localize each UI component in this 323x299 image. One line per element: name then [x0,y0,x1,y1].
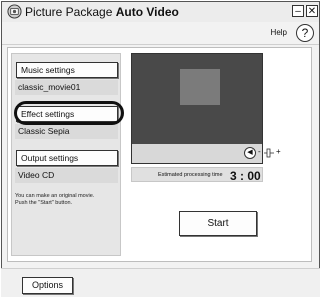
estimated-time-label: Estimated processing time [158,172,223,178]
volume-minus: - [258,147,261,156]
volume-plus: + [276,147,281,156]
app-icon [7,4,22,19]
description-line-2: Push the "Start" button. [15,200,73,206]
preview-controls: ◀ - + [131,144,281,164]
start-button[interactable]: Start [179,211,257,236]
title-prefix: Picture Package [25,5,116,19]
options-button[interactable]: Options [22,277,73,294]
description-line-1: You can make an original movie. [15,193,95,199]
help-bar: Help ? [2,22,319,45]
music-settings-value: classic_movie01 [15,80,118,95]
output-settings-value: Video CD [15,168,118,183]
estimated-time-value: 3 : 00 [230,169,261,183]
minimize-icon[interactable]: – [292,5,304,17]
output-settings-button[interactable]: Output settings [16,150,118,166]
close-icon[interactable]: ✕ [306,5,318,17]
volume-slider-icon[interactable] [264,148,274,158]
estimated-time-box: Estimated processing time 3 : 00 [131,167,263,183]
help-label[interactable]: Help [271,28,287,37]
title-bar: Picture Package Auto Video – ✕ [2,2,319,23]
music-settings-button[interactable]: Music settings [16,62,118,78]
window-title: Picture Package Auto Video [25,5,179,19]
help-icon[interactable]: ? [296,24,314,42]
speaker-icon[interactable]: ◀ [244,147,256,159]
effect-settings-value: Classic Sepia [15,124,118,139]
description-text: You can make an original movie. Push the… [15,193,118,207]
title-bold: Auto Video [115,5,179,19]
preview-screen [180,69,220,105]
effect-settings-highlight [14,101,124,125]
